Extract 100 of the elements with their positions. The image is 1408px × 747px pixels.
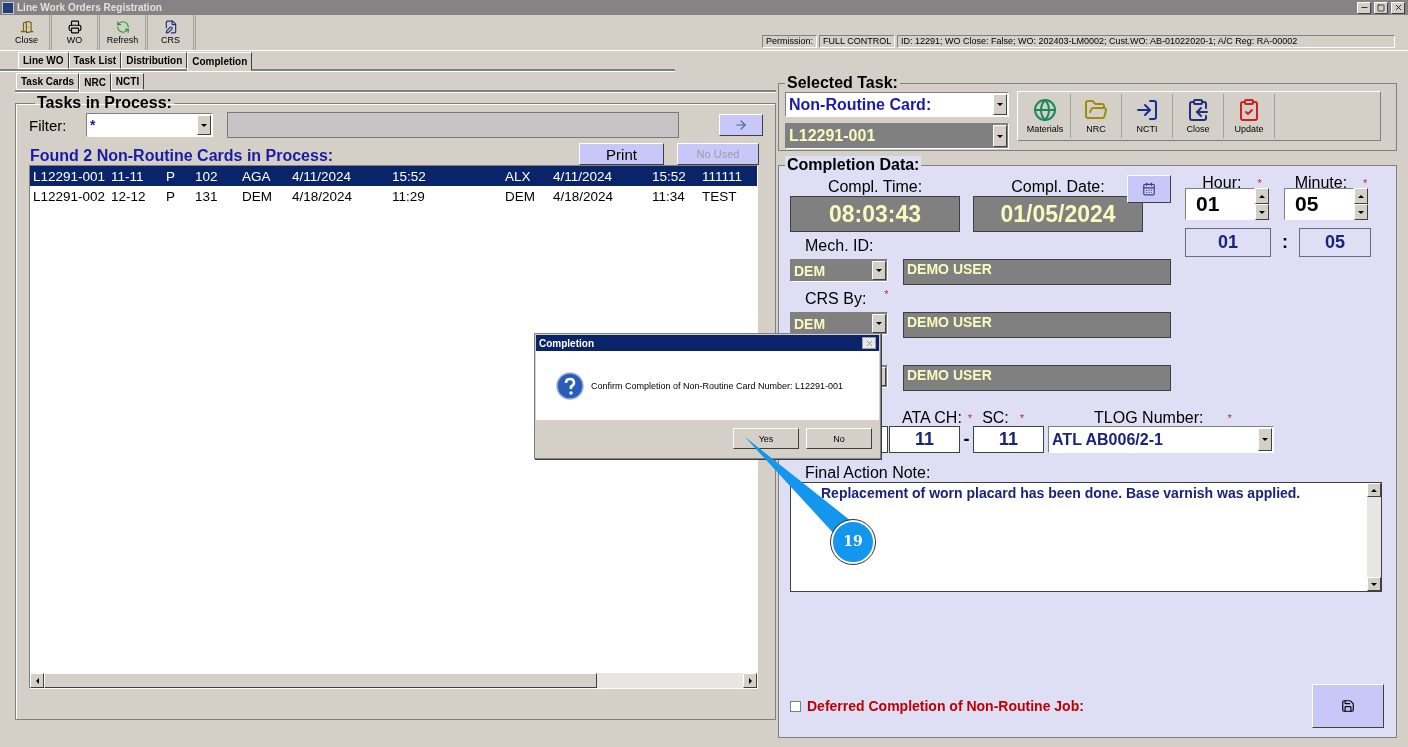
table-cell-text: P [166, 168, 176, 184]
found-count-text: Found 2 Non-Routine Cards in Process: [30, 147, 334, 165]
required-mark: * [1363, 176, 1368, 191]
door-icon [19, 20, 34, 34]
table-cell-text: TEST [702, 188, 738, 204]
table-cell-text: 11-11 [111, 168, 145, 184]
table-cell-text: P [166, 188, 176, 204]
person-label: Mech. ID: [805, 237, 874, 255]
tab[interactable]: NCTI [110, 73, 145, 90]
tab[interactable]: Completion [187, 52, 253, 71]
permission-label: Permission: [762, 35, 817, 48]
table-cell-text: 4/11/2024 [553, 168, 614, 184]
toolbar-button[interactable]: Close [1173, 94, 1224, 138]
panel-title: Completion Data: [785, 156, 922, 174]
table-cell-text: ALX [505, 168, 532, 184]
table-cell-text: 15:52 [392, 168, 427, 184]
card-number-dropdown[interactable]: L12291-001 [785, 123, 1009, 149]
person-name-field: DEMO USER [903, 259, 1171, 285]
person-name-field: DEMO USER [903, 365, 1171, 391]
required-mark: * [1227, 411, 1232, 426]
close-icon [864, 338, 874, 348]
go-button[interactable] [719, 114, 763, 136]
date-label: Compl. Date: [1011, 178, 1105, 196]
step-number: 19 [842, 533, 864, 549]
refresh-icon [115, 20, 130, 34]
filter-dropdown[interactable]: * [86, 113, 213, 137]
table-cell-text: AGA [242, 168, 272, 184]
dialog-title: Completion [539, 337, 595, 349]
required-mark: * [967, 411, 973, 426]
table-cell-text: 102 [195, 168, 219, 184]
table-cell-text: 15:52 [652, 168, 687, 184]
toolbar-button[interactable]: NRC [1071, 94, 1122, 138]
panel-title: Selected Task: [786, 74, 899, 92]
arrow-into-box-icon [1135, 98, 1159, 122]
globe-icon [1033, 98, 1057, 122]
calendar-button[interactable] [1127, 175, 1171, 203]
ata-field[interactable]: 11 [889, 426, 960, 453]
minute-label: Minute: [1294, 174, 1348, 188]
sc-field[interactable]: 11 [973, 426, 1044, 453]
document-pen-icon [163, 20, 178, 34]
table-cell-text: DEM [505, 188, 536, 204]
restore-icon [1377, 3, 1385, 12]
horizontal-scrollbar[interactable] [30, 673, 757, 688]
spin-buttons[interactable] [1255, 188, 1269, 220]
clipboard-check-icon [1237, 98, 1261, 122]
tab[interactable]: Task List [68, 52, 122, 69]
deferred-checkbox[interactable] [790, 700, 801, 712]
tlog-label: TLOG Number: [1094, 409, 1204, 426]
work-order-info: ID: 12291; WO Close: False; WO: 202403-LM0002; Cust.WO: AB-01022020-1; A/C Reg: RA-00002 [897, 35, 1395, 48]
table-cell-text: 12-12 [111, 188, 147, 204]
table-cell-text: 4/18/2024 [553, 188, 615, 204]
filter-label: Filter: [29, 116, 68, 134]
close-icon [1393, 3, 1403, 12]
dash: - [962, 429, 971, 450]
note-label: Final Action Note: [805, 463, 932, 482]
permission-value: FULL CONTROL [819, 35, 895, 48]
tab[interactable]: NRC [79, 73, 111, 92]
table-cell-text: DEM [242, 188, 273, 204]
table-cell-text: 11:34 [652, 188, 686, 204]
arrow-right-icon [734, 118, 748, 132]
table-cell-text: L12291-001 [33, 168, 107, 184]
tab[interactable]: Line WO [18, 52, 69, 69]
time-separator: : [1281, 232, 1289, 253]
toolbar-button[interactable]: Update [1224, 94, 1275, 138]
table-cell-text: 111111 [702, 168, 744, 184]
minute-field[interactable]: 05 [1284, 188, 1354, 220]
spin-buttons[interactable] [1354, 188, 1368, 220]
hour-field[interactable]: 01 [1185, 188, 1255, 220]
save-button[interactable] [1312, 684, 1384, 728]
person-code-dropdown[interactable]: DEM [790, 259, 888, 282]
card-type-dropdown[interactable]: Non-Routine Card: [785, 92, 1009, 117]
dialog-button[interactable]: No [806, 428, 872, 449]
tab[interactable]: Task Cards [16, 73, 80, 90]
restore-button[interactable] [1374, 1, 1388, 14]
printer-icon [67, 20, 82, 34]
tab[interactable]: Distribution [121, 52, 188, 69]
date-display: 01/05/2024 [973, 196, 1143, 232]
table-cell-text: L12291-002 [33, 188, 107, 204]
ata-label: ATA CH: [902, 409, 962, 426]
window-title: Line Work Orders Registration [17, 2, 163, 13]
print-button[interactable]: Print [579, 143, 664, 165]
person-label: CRS By: [805, 290, 867, 308]
person-code-dropdown[interactable]: DEM [790, 312, 888, 335]
table-cell-text: 131 [195, 188, 219, 204]
table-cell-text: 4/18/2024 [292, 188, 354, 204]
hour-display: 01 [1185, 228, 1271, 257]
dialog-button[interactable]: Yes [733, 428, 799, 449]
folder-icon [1084, 98, 1108, 122]
calendar-icon [1142, 182, 1156, 196]
tlog-dropdown[interactable]: ATL AB006/2-1 [1048, 426, 1274, 453]
toolbar-button[interactable]: NCTI [1122, 94, 1173, 138]
dialog-message: Confirm Completion of Non-Routine Card Number: L12291-001 [591, 380, 844, 391]
sc-label: SC: [982, 409, 1009, 426]
filter-text-field[interactable] [227, 112, 679, 138]
time-label: Compl. Time: [827, 178, 923, 196]
toolbar-button[interactable]: Materials [1020, 94, 1071, 138]
minimize-button[interactable] [1357, 1, 1371, 14]
task-row[interactable]: L12291-001 11-11 P 102 AGA 4/11/2024 15:52 ALX 4/11/2024 15:52 111111 [30, 166, 757, 186]
table-cell-text: 11:29 [392, 188, 426, 204]
required-mark: * [1257, 176, 1262, 191]
